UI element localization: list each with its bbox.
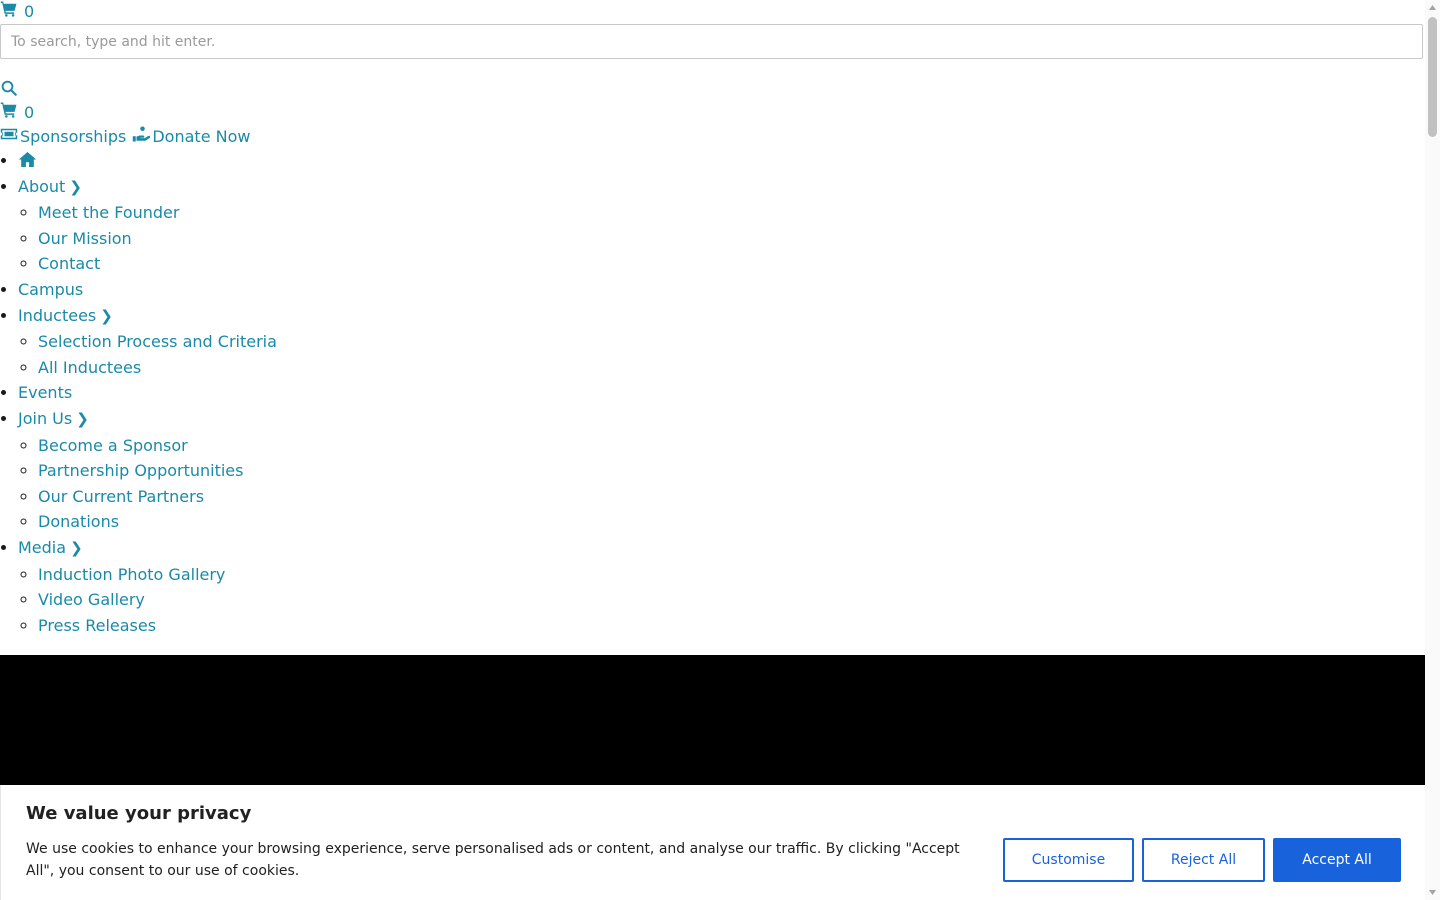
chevron-right-icon: ❯ xyxy=(100,306,113,325)
scroll-down-icon[interactable] xyxy=(1425,885,1440,900)
submenu-item: Selection Process and Criteria xyxy=(38,329,600,355)
customise-button[interactable]: Customise xyxy=(1003,838,1134,882)
nav-list: About❯ Meet the Founder Our Mission Cont… xyxy=(0,148,600,638)
page-scrollbar[interactable] xyxy=(1425,0,1440,900)
hero-band xyxy=(0,655,1425,785)
nav-link-media[interactable]: Media ❯ xyxy=(18,538,83,557)
donate-now-label: Donate Now xyxy=(152,126,251,146)
nav-link-all-inductees[interactable]: All Inductees xyxy=(38,358,141,377)
nav-link-events[interactable]: Events xyxy=(18,383,72,402)
donate-now-link[interactable]: Donate Now xyxy=(132,125,250,147)
submenu-item: Induction Photo Gallery xyxy=(38,562,600,588)
nav-label: Inductees xyxy=(18,305,97,325)
cart-count: 0 xyxy=(24,102,35,122)
submenu-item: Partnership Opportunities xyxy=(38,458,600,484)
submenu-item: Donations xyxy=(38,509,600,535)
submenu-item: Meet the Founder xyxy=(38,200,600,226)
submenu-item: Our Mission xyxy=(38,226,600,252)
ticket-icon xyxy=(0,125,18,147)
main-navigation: About❯ Meet the Founder Our Mission Cont… xyxy=(0,148,600,638)
scrollbar-thumb[interactable] xyxy=(1428,17,1437,137)
search-input[interactable] xyxy=(9,32,1414,51)
chevron-right-icon: ❯ xyxy=(69,177,82,196)
nav-link-inductees[interactable]: Inductees ❯ xyxy=(18,306,113,325)
chevron-right-icon: ❯ xyxy=(70,538,83,557)
cart-icon xyxy=(0,0,18,22)
search-icon[interactable] xyxy=(0,79,18,97)
nav-item-join-us: Join Us❯ Become a Sponsor Partnership Op… xyxy=(18,406,600,535)
submenu-media: Induction Photo Gallery Video Gallery Pr… xyxy=(18,562,600,639)
nav-item-media: Media❯ Induction Photo Gallery Video Gal… xyxy=(18,535,600,638)
cart-count: 0 xyxy=(24,1,35,21)
submenu-item: Video Gallery xyxy=(38,587,600,613)
cookie-banner-title: We value your privacy xyxy=(26,803,252,824)
chevron-right-icon: ❯ xyxy=(76,409,89,428)
submenu-item: Our Current Partners xyxy=(38,484,600,510)
cookie-consent-banner: We value your privacy We use cookies to … xyxy=(0,785,1425,900)
sponsorships-link[interactable]: Sponsorships xyxy=(0,125,126,147)
nav-link-induction-photo-gallery[interactable]: Induction Photo Gallery xyxy=(38,565,225,584)
nav-label: Join Us xyxy=(18,408,73,428)
submenu-join-us: Become a Sponsor Partnership Opportuniti… xyxy=(18,433,600,535)
nav-link-our-mission[interactable]: Our Mission xyxy=(38,229,132,248)
page: 0 0 Sponsorships Donate Now xyxy=(0,0,1425,900)
nav-label: Media xyxy=(18,537,67,557)
nav-link-join-us[interactable]: Join Us ❯ xyxy=(18,409,89,428)
reject-all-button[interactable]: Reject All xyxy=(1142,838,1265,882)
search-field xyxy=(0,24,1423,59)
sponsorships-label: Sponsorships xyxy=(20,126,127,146)
donate-hand-icon xyxy=(132,125,151,147)
cart-icon xyxy=(0,101,18,123)
nav-link-campus[interactable]: Campus xyxy=(18,280,83,299)
submenu-item: Press Releases xyxy=(38,613,600,639)
submenu-inductees: Selection Process and Criteria All Induc… xyxy=(18,329,600,380)
nav-link-meet-the-founder[interactable]: Meet the Founder xyxy=(38,203,179,222)
cart-link-top[interactable]: 0 xyxy=(0,0,34,22)
accept-all-button[interactable]: Accept All xyxy=(1273,838,1401,882)
top-links: Sponsorships Donate Now xyxy=(0,125,250,147)
submenu-about: Meet the Founder Our Mission Contact xyxy=(18,200,600,277)
nav-label: About xyxy=(18,176,66,196)
submenu-item: Contact xyxy=(38,251,600,277)
home-icon[interactable] xyxy=(18,151,37,170)
nav-item-campus: Campus xyxy=(18,277,600,303)
nav-link-donations[interactable]: Donations xyxy=(38,512,119,531)
submenu-item: Become a Sponsor xyxy=(38,433,600,459)
nav-link-press-releases[interactable]: Press Releases xyxy=(38,616,156,635)
cookie-banner-text: We use cookies to enhance your browsing … xyxy=(26,841,960,879)
nav-item-about: About❯ Meet the Founder Our Mission Cont… xyxy=(18,174,600,277)
nav-link-about[interactable]: About ❯ xyxy=(18,177,82,196)
nav-link-become-a-sponsor[interactable]: Become a Sponsor xyxy=(38,436,188,455)
scroll-up-icon[interactable] xyxy=(1425,0,1440,15)
nav-link-contact[interactable]: Contact xyxy=(38,254,100,273)
submenu-item: All Inductees xyxy=(38,355,600,381)
cart-link-secondary[interactable]: 0 xyxy=(0,101,34,123)
nav-link-our-current-partners[interactable]: Our Current Partners xyxy=(38,487,204,506)
nav-link-partnership-opportunities[interactable]: Partnership Opportunities xyxy=(38,461,243,480)
nav-item-home xyxy=(18,148,600,174)
nav-item-inductees: Inductees❯ Selection Process and Criteri… xyxy=(18,303,600,381)
nav-link-video-gallery[interactable]: Video Gallery xyxy=(38,590,145,609)
nav-item-events: Events xyxy=(18,380,600,406)
nav-link-selection-process[interactable]: Selection Process and Criteria xyxy=(38,332,277,351)
